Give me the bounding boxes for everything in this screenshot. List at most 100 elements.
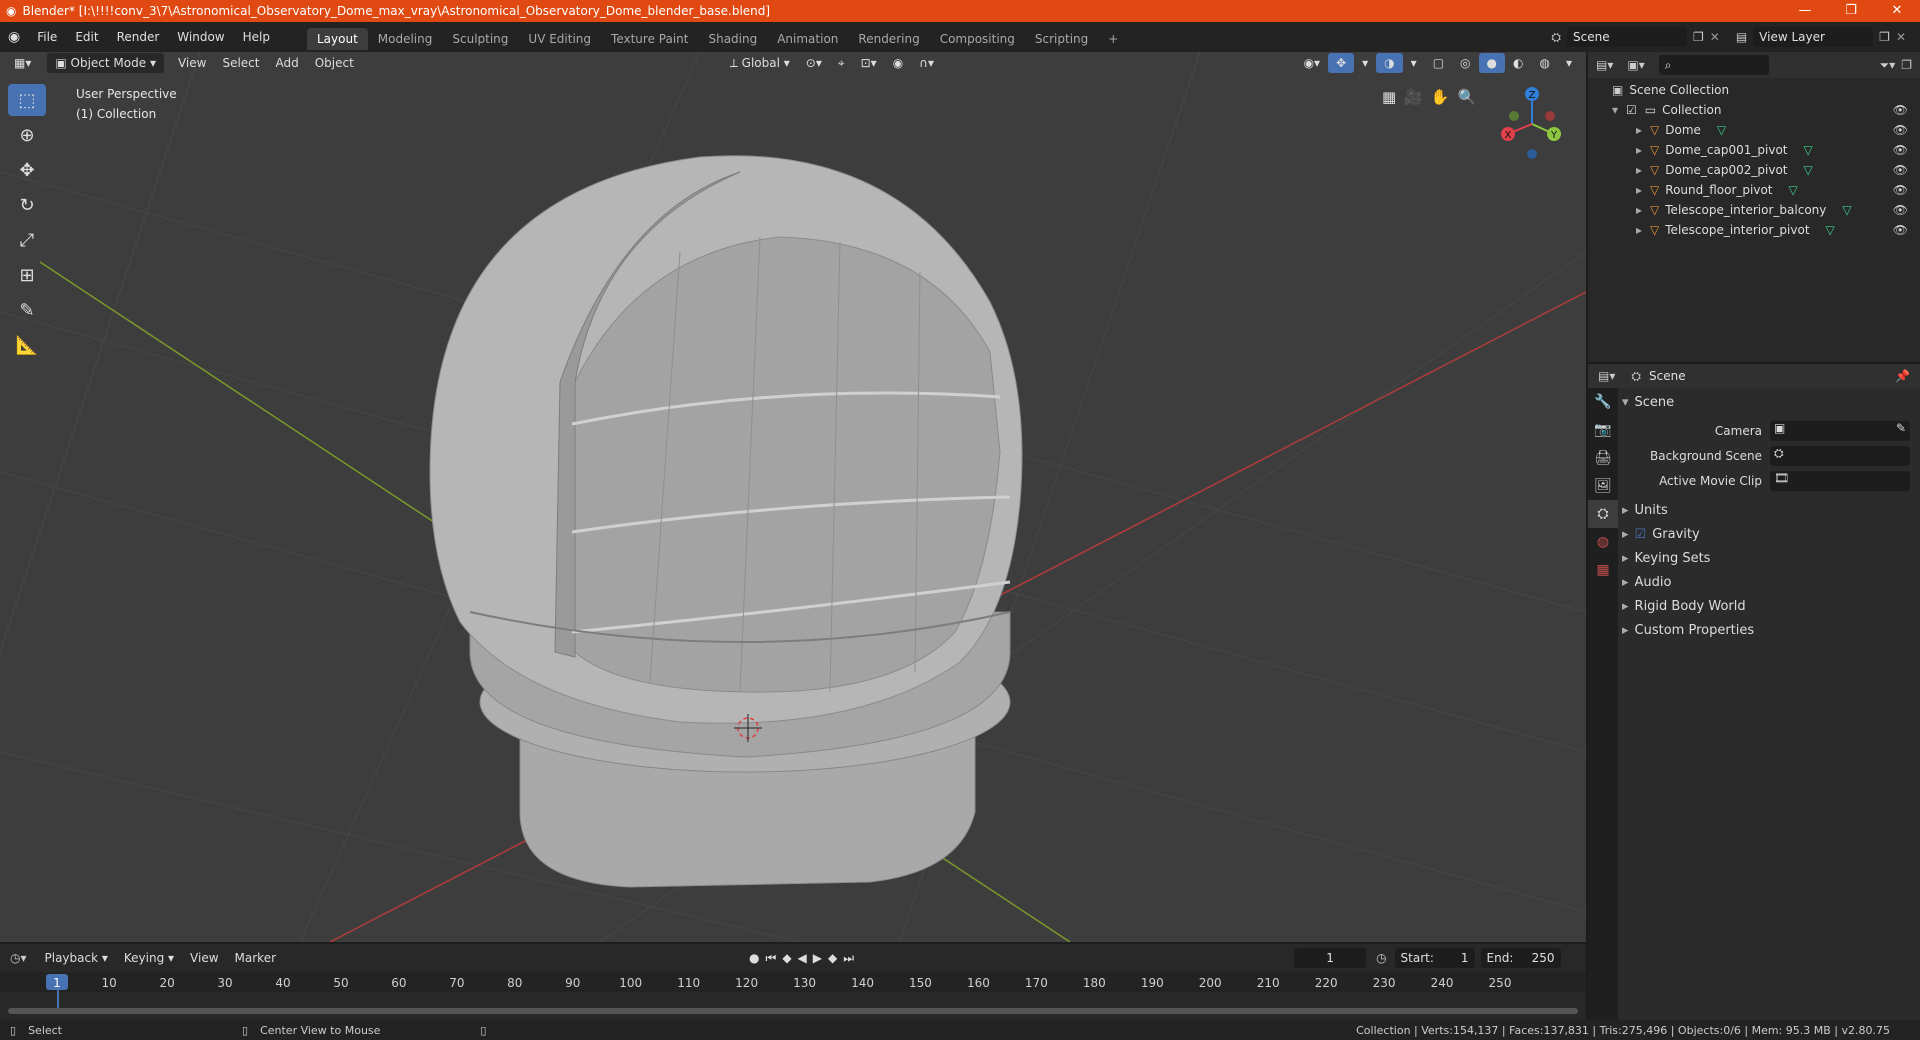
outliner-item[interactable]: ▸ ▽ Telescope_interior_pivot ▽ 👁: [1588, 220, 1920, 240]
play-reverse-icon[interactable]: ◀: [798, 951, 807, 965]
menu-render[interactable]: Render: [108, 22, 169, 52]
proportional-edit-icon[interactable]: ◉: [885, 53, 911, 73]
eye-icon[interactable]: 👁: [1893, 163, 1908, 177]
timeline-scrollbar[interactable]: [8, 1008, 1578, 1014]
eye-icon[interactable]: 👁: [1893, 103, 1908, 117]
gravity-section[interactable]: ▸ ☑ Gravity: [1622, 522, 1918, 546]
zoom-icon[interactable]: 🔍: [1458, 88, 1477, 106]
material-shading-icon[interactable]: ◐: [1505, 53, 1531, 73]
camera-view-icon[interactable]: 🎥: [1404, 88, 1423, 106]
eye-icon[interactable]: 👁: [1893, 223, 1908, 237]
tab-rendering[interactable]: Rendering: [848, 28, 929, 50]
grid-view-icon[interactable]: ▦: [1382, 88, 1396, 106]
blender-menu-icon[interactable]: ◉: [0, 29, 28, 45]
snap-target-icon[interactable]: ⊡▾: [853, 53, 885, 73]
tab-compositing[interactable]: Compositing: [930, 28, 1025, 50]
outliner-item[interactable]: ▸ ▽ Round_floor_pivot ▽ 👁: [1588, 180, 1920, 200]
menu-window[interactable]: Window: [168, 22, 233, 52]
menu-help[interactable]: Help: [234, 22, 279, 52]
camera-field[interactable]: ▣ ✎: [1770, 421, 1910, 441]
eye-icon[interactable]: 👁: [1893, 183, 1908, 197]
tab-modeling[interactable]: Modeling: [368, 28, 443, 50]
audio-section[interactable]: ▸ Audio: [1622, 570, 1918, 594]
annotate-tool-icon[interactable]: ✎: [8, 294, 46, 326]
visibility-icon[interactable]: ◉▾: [1296, 53, 1329, 73]
cursor-tool-icon[interactable]: ⊕: [8, 119, 46, 151]
eye-icon[interactable]: 👁: [1893, 123, 1908, 137]
custom-properties-section[interactable]: ▸ Custom Properties: [1622, 618, 1918, 642]
eye-icon[interactable]: 👁: [1893, 203, 1908, 217]
add-workspace-button[interactable]: +: [1098, 28, 1128, 50]
object-menu[interactable]: Object: [307, 53, 362, 73]
clock-icon[interactable]: ◷: [1376, 951, 1386, 965]
units-section[interactable]: ▸ Units: [1622, 498, 1918, 522]
new-scene-icon[interactable]: ❐: [1693, 30, 1704, 44]
gizmo-dropdown-icon[interactable]: ▾: [1354, 53, 1376, 73]
orientation-gizmo[interactable]: Z Y X: [1496, 84, 1566, 164]
keying-menu[interactable]: Keying ▾: [116, 948, 182, 968]
delete-scene-icon[interactable]: ✕: [1710, 30, 1720, 44]
overlays-icon[interactable]: ◑: [1376, 53, 1403, 73]
xray-icon[interactable]: ▢: [1425, 53, 1452, 73]
shading-dropdown-icon[interactable]: ▾: [1558, 53, 1580, 73]
snap-icon[interactable]: ⌖: [830, 53, 853, 73]
new-collection-icon[interactable]: ❐: [1901, 58, 1912, 72]
transform-tool-icon[interactable]: ⊞: [8, 259, 46, 291]
texture-tab-icon[interactable]: ▦: [1588, 556, 1618, 584]
collection-checkbox[interactable]: ☑: [1626, 103, 1637, 117]
pivot-point-icon[interactable]: ⊙▾: [798, 53, 830, 73]
object-mode-dropdown[interactable]: ▣ Object Mode ▾: [47, 53, 164, 73]
move-tool-icon[interactable]: ✥: [8, 154, 46, 186]
select-menu[interactable]: Select: [214, 53, 267, 73]
tab-animation[interactable]: Animation: [767, 28, 848, 50]
viewlayer-icon[interactable]: ▤: [1736, 30, 1747, 44]
new-viewlayer-icon[interactable]: ❐: [1879, 30, 1890, 44]
viewport-scene[interactable]: [0, 52, 1586, 942]
falloff-icon[interactable]: ∩▾: [911, 53, 942, 73]
scene-icon[interactable]: ⛭: [1551, 30, 1561, 45]
expand-arrow-icon[interactable]: ▸: [1636, 143, 1642, 157]
display-mode-icon[interactable]: ▣▾: [1627, 58, 1644, 72]
outliner-item[interactable]: ▸ ▽ Telescope_interior_balcony ▽ 👁: [1588, 200, 1920, 220]
jump-start-icon[interactable]: ⏮: [766, 951, 777, 966]
outliner-item[interactable]: ▸ ▽ Dome_cap001_pivot ▽ 👁: [1588, 140, 1920, 160]
rendered-shading-icon[interactable]: ◍: [1531, 53, 1557, 73]
scale-tool-icon[interactable]: ⤢: [8, 224, 46, 256]
wireframe-shading-icon[interactable]: ◎: [1452, 53, 1478, 73]
add-menu[interactable]: Add: [267, 53, 306, 73]
timeline-view-menu[interactable]: View: [182, 948, 226, 968]
current-frame-field[interactable]: 1: [1294, 948, 1367, 968]
end-frame-field[interactable]: End: 250: [1480, 948, 1561, 968]
gizmo-toggle-icon[interactable]: ✥: [1328, 53, 1355, 73]
overlays-dropdown-icon[interactable]: ▾: [1403, 53, 1425, 73]
output-tab-icon[interactable]: 🖨: [1588, 444, 1618, 472]
delete-viewlayer-icon[interactable]: ✕: [1896, 30, 1906, 44]
expand-arrow-icon[interactable]: ▸: [1636, 123, 1642, 137]
outliner-collection[interactable]: ▾ ☑ ▭ Collection 👁: [1588, 100, 1920, 120]
prev-keyframe-icon[interactable]: ◆: [782, 951, 791, 965]
tab-uv-editing[interactable]: UV Editing: [518, 28, 601, 50]
properties-editor-icon[interactable]: ▤▾: [1598, 369, 1615, 383]
view-layer-tab-icon[interactable]: 🖼: [1588, 472, 1618, 500]
next-keyframe-icon[interactable]: ◆: [828, 951, 837, 965]
scene-section-header[interactable]: ▾ Scene: [1622, 390, 1918, 414]
eye-icon[interactable]: 👁: [1893, 143, 1908, 157]
marker-menu[interactable]: Marker: [227, 948, 284, 968]
view-menu[interactable]: View: [170, 53, 214, 73]
expand-arrow-icon[interactable]: ▸: [1636, 183, 1642, 197]
menu-file[interactable]: File: [28, 22, 66, 52]
world-tab-icon[interactable]: ◍: [1588, 528, 1618, 556]
scene-tab-icon[interactable]: ⛭: [1588, 500, 1618, 528]
start-frame-field[interactable]: Start: 1: [1394, 948, 1475, 968]
maximize-button[interactable]: ❐: [1828, 0, 1874, 22]
outliner-item[interactable]: ▸ ▽ Dome_cap002_pivot ▽ 👁: [1588, 160, 1920, 180]
rotate-tool-icon[interactable]: ↻: [8, 189, 46, 221]
menu-edit[interactable]: Edit: [66, 22, 107, 52]
gravity-checkbox[interactable]: ☑: [1635, 527, 1647, 542]
outliner-editor-icon[interactable]: ▤▾: [1596, 58, 1613, 72]
select-box-tool-icon[interactable]: ⬚: [8, 84, 46, 116]
outliner-search-input[interactable]: ⌕: [1658, 55, 1769, 75]
playback-menu[interactable]: Playback ▾: [37, 948, 116, 968]
3d-viewport[interactable]: [0, 52, 1586, 942]
pan-hand-icon[interactable]: ✋: [1431, 88, 1450, 106]
